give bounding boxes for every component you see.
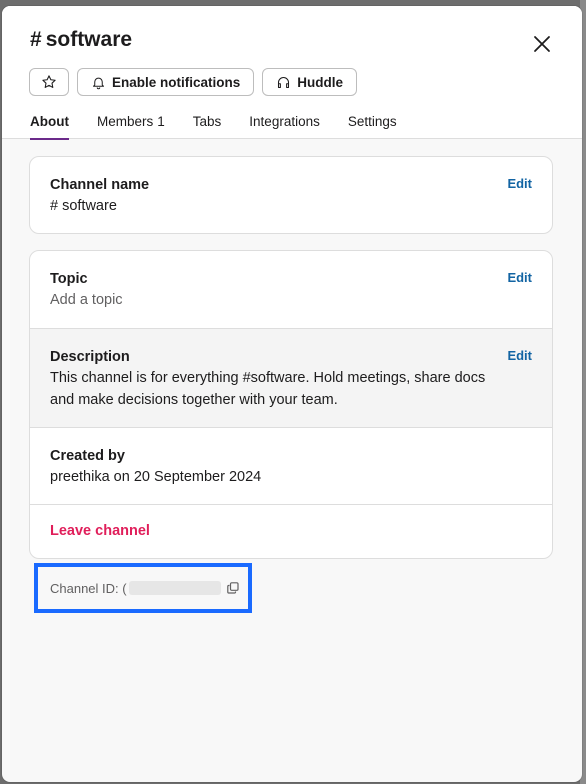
channel-details-modal: # software Enable notifications Huddle A… xyxy=(2,6,582,782)
created-by-section: Created by preethika on 20 September 202… xyxy=(30,427,552,504)
star-button[interactable] xyxy=(29,68,69,96)
edit-description-link[interactable]: Edit xyxy=(507,348,532,363)
tab-tabs-label: Tabs xyxy=(192,114,222,129)
tab-integrations[interactable]: Integrations xyxy=(249,114,320,140)
channel-title-text: software xyxy=(45,28,133,51)
tab-members-label: Members xyxy=(96,114,154,129)
channel-name-section[interactable]: Channel name # software Edit xyxy=(30,157,552,233)
headphones-icon xyxy=(278,76,290,88)
bell-icon xyxy=(93,77,104,89)
leave-channel-section: Leave channel xyxy=(30,504,552,558)
copy-channel-id-button[interactable] xyxy=(226,582,239,594)
channel-id-value-redacted xyxy=(128,581,221,595)
close-icon xyxy=(534,36,550,52)
tab-about[interactable]: About xyxy=(30,114,69,140)
copy-icon xyxy=(226,582,239,594)
description-value: This channel is for everything #software… xyxy=(50,370,486,408)
close-button[interactable] xyxy=(528,30,556,58)
channel-title: # software xyxy=(30,28,132,52)
tab-integrations-label: Integrations xyxy=(249,114,320,129)
members-count: 1 xyxy=(157,114,165,129)
edit-channel-name-link[interactable]: Edit xyxy=(507,176,532,191)
tab-bar: About Members 1 Tabs Integrations Setting… xyxy=(30,114,397,140)
description-title: Description xyxy=(50,349,130,365)
enable-notifications-label: Enable notifications xyxy=(112,74,241,90)
huddle-label: Huddle xyxy=(297,74,344,90)
topic-section[interactable]: Topic Add a topic Edit xyxy=(30,251,552,328)
edit-topic-link[interactable]: Edit xyxy=(507,270,532,285)
tab-settings-label: Settings xyxy=(347,114,397,129)
enable-notifications-button[interactable]: Enable notifications xyxy=(77,68,255,96)
tab-members[interactable]: Members 1 xyxy=(97,114,165,140)
created-by-value: preethika on 20 September 2024 xyxy=(50,469,262,485)
tab-tabs[interactable]: Tabs xyxy=(193,114,222,140)
channel-name-card: Channel name # software Edit xyxy=(29,156,553,234)
channel-name-title: Channel name xyxy=(50,177,150,193)
created-by-title: Created by xyxy=(50,448,125,464)
topic-placeholder: Add a topic xyxy=(50,292,123,308)
modal-header: # software Enable notifications Huddle A… xyxy=(2,6,582,140)
channel-name-value: # software xyxy=(50,198,117,214)
channel-details-card: Topic Add a topic Edit Description This … xyxy=(29,250,553,559)
star-icon xyxy=(42,75,56,88)
leave-channel-button[interactable]: Leave channel xyxy=(50,523,532,539)
tab-settings[interactable]: Settings xyxy=(348,114,397,140)
topic-title: Topic xyxy=(50,271,88,287)
description-section[interactable]: Description This channel is for everythi… xyxy=(30,328,552,427)
channel-id-label: Channel ID: ( xyxy=(50,580,127,596)
tab-about-label: About xyxy=(30,114,69,129)
channel-id-row: Channel ID: ( xyxy=(34,563,252,613)
channel-hash-icon: # xyxy=(30,28,42,51)
huddle-button[interactable]: Huddle xyxy=(262,68,358,96)
action-row: Enable notifications Huddle xyxy=(29,68,358,96)
